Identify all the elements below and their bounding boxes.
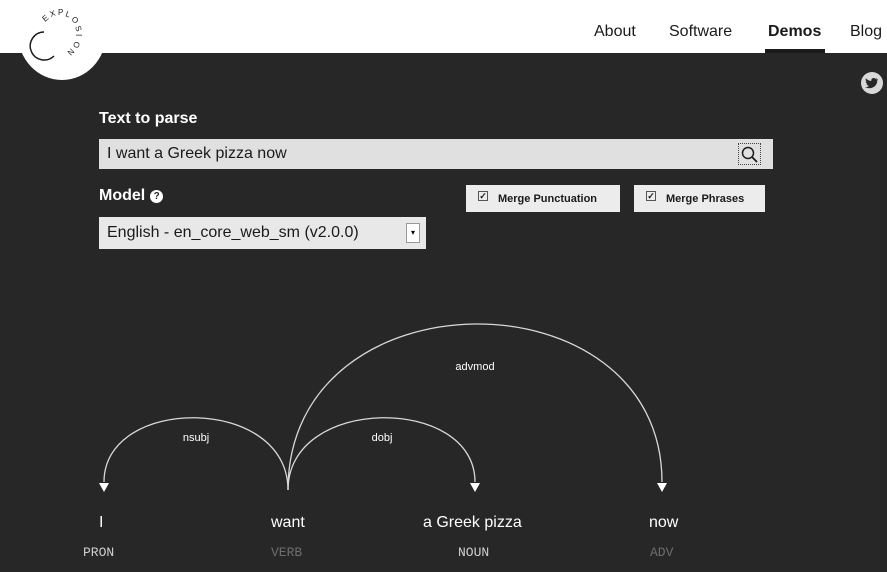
arc-label-advmod: advmod xyxy=(455,361,494,373)
pos-tag: ADV xyxy=(650,545,674,560)
arc-dobj xyxy=(287,417,476,491)
arc-advmod xyxy=(287,323,663,491)
token-word: I xyxy=(99,514,104,531)
arc-nsubj xyxy=(103,417,289,491)
arrowhead-icon xyxy=(470,483,480,492)
pos-tag: NOUN xyxy=(458,545,490,560)
arrowhead-icon xyxy=(657,483,667,492)
dependency-parse-graph: nsubj dobj advmod xyxy=(99,323,667,492)
token-word: want xyxy=(271,514,305,531)
arc-label-dobj: dobj xyxy=(372,432,393,444)
token-word: a Greek pizza xyxy=(423,514,522,531)
arc-label-nsubj: nsubj xyxy=(183,432,209,444)
arrowhead-icon xyxy=(99,483,109,492)
token-word: now xyxy=(649,514,679,531)
pos-tag: PRON xyxy=(83,545,115,560)
pos-tag: VERB xyxy=(271,545,303,560)
